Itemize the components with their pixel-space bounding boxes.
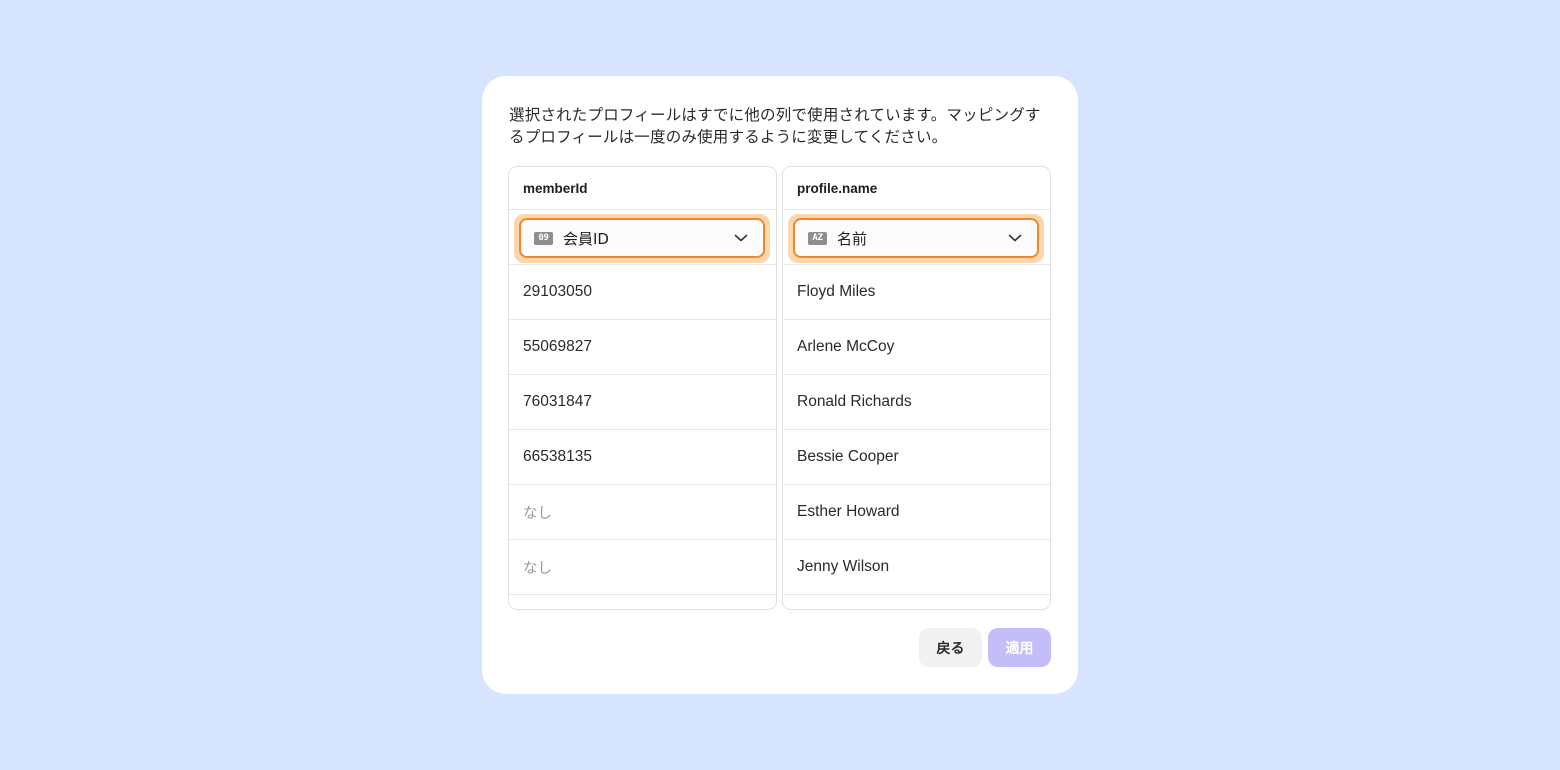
- table-cell: 66538135: [509, 430, 776, 485]
- select-row: AZ 名前: [783, 210, 1050, 265]
- table-cell: Floyd Miles: [783, 265, 1050, 320]
- column-profile-name: profile.name AZ 名前 Floyd Miles Arlene Mc…: [782, 166, 1051, 610]
- table-cell: Ronald Richards: [783, 375, 1050, 430]
- chevron-down-icon[interactable]: [734, 233, 748, 243]
- select-value: 会員ID: [563, 229, 609, 248]
- profile-select-name[interactable]: AZ 名前: [793, 218, 1039, 258]
- table-cell: 55069827: [509, 320, 776, 375]
- column-memberid: memberId 09 会員ID 29103050 55069827 76031…: [508, 166, 777, 610]
- table-cell-empty: なし: [509, 540, 776, 595]
- table-cell: Arlene McCoy: [783, 320, 1050, 375]
- text-type-icon: AZ: [808, 231, 827, 245]
- table-cell: 29103050: [509, 265, 776, 320]
- error-message: 選択されたプロフィールはすでに他の列で使用されています。マッピングするプロフィー…: [509, 106, 1041, 146]
- table-cell-empty: なし: [509, 485, 776, 540]
- number-type-icon: 09: [534, 231, 553, 245]
- table-cell: 76031847: [509, 375, 776, 430]
- table-cell: Bessie Cooper: [783, 430, 1050, 485]
- column-header: profile.name: [783, 167, 1050, 210]
- mapping-dialog: 選択されたプロフィールはすでに他の列で使用されています。マッピングするプロフィー…: [482, 76, 1078, 694]
- chevron-down-icon[interactable]: [1008, 233, 1022, 243]
- select-value: 名前: [837, 229, 868, 248]
- select-row: 09 会員ID: [509, 210, 776, 265]
- apply-button[interactable]: 適用: [988, 628, 1051, 667]
- table-cell: Esther Howard: [783, 485, 1050, 540]
- profile-select-memberid[interactable]: 09 会員ID: [519, 218, 765, 258]
- table-cell: Jenny Wilson: [783, 540, 1050, 595]
- back-button[interactable]: 戻る: [919, 628, 982, 667]
- column-header: memberId: [509, 167, 776, 210]
